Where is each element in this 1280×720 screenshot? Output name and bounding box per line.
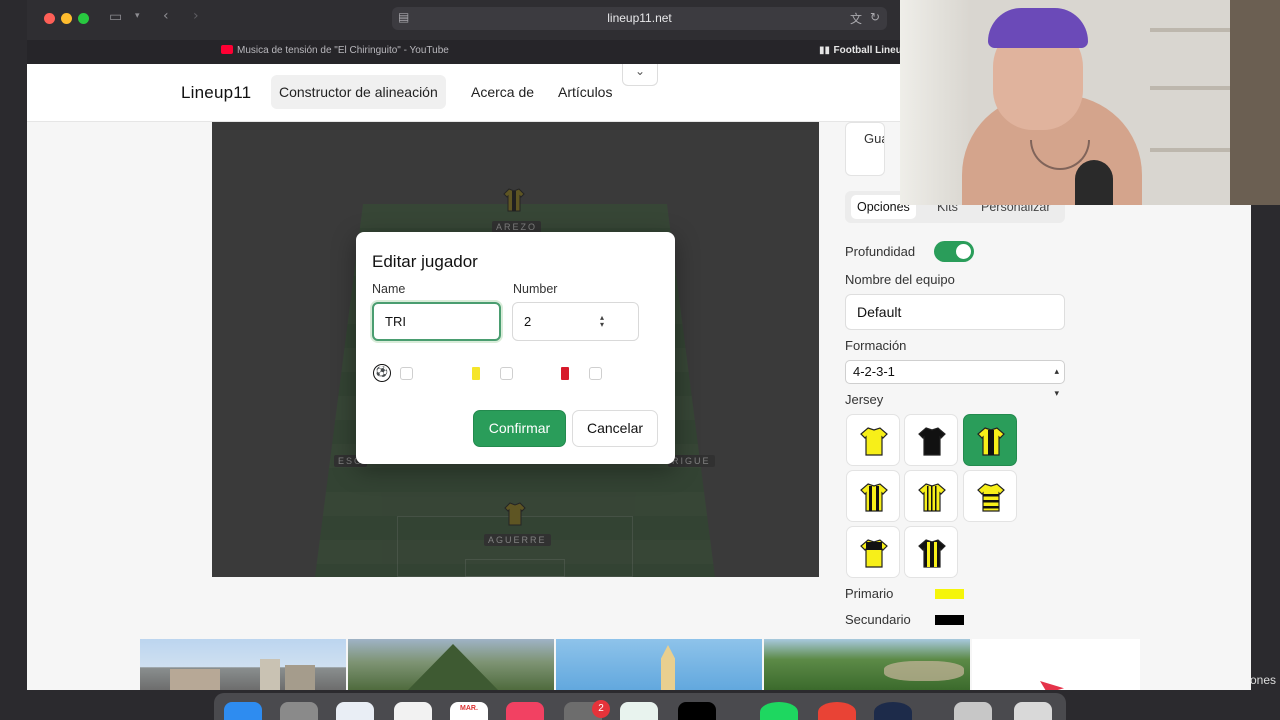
team-name-label: Nombre del equipo — [845, 272, 955, 287]
launchpad-icon[interactable] — [280, 702, 318, 720]
nav-link-articles[interactable]: Artículos — [550, 75, 620, 109]
obs-icon[interactable] — [874, 702, 912, 720]
address-bar[interactable]: ▤ lineup11.net 文 ↻ — [392, 7, 887, 30]
cancel-button[interactable]: Cancelar — [572, 410, 658, 447]
expand-chevron-icon[interactable]: ⌄ — [622, 64, 658, 86]
jersey-option-hoops[interactable] — [963, 470, 1017, 522]
select-arrows-icon: ▴ ▾ — [1054, 367, 1059, 399]
slack-icon[interactable] — [620, 702, 658, 720]
translate-icon[interactable]: 文 — [850, 10, 862, 27]
formation-select[interactable]: 4-2-3-1 ▴ ▾ — [845, 360, 1065, 399]
save-card-line: Guar — [864, 131, 884, 146]
webcam-overlay — [900, 0, 1280, 205]
jersey-label: Jersey — [845, 392, 884, 407]
calendar-month: MAR. — [460, 705, 478, 712]
settings-icon[interactable]: 2 — [564, 700, 610, 720]
depth-label: Profundidad — [845, 244, 916, 259]
photos-icon[interactable] — [394, 702, 432, 720]
confirm-button[interactable]: Confirmar — [473, 410, 566, 447]
sidebar-toggle-icon[interactable]: ▭ — [109, 9, 122, 25]
number-label: Number — [513, 282, 558, 296]
forward-icon[interactable]: › — [193, 8, 199, 24]
image-thumbnail-strip — [140, 639, 1140, 690]
depth-toggle[interactable] — [934, 241, 974, 262]
tab-football-lineup[interactable]: ▮▮ Football Lineup — [819, 45, 908, 56]
yellow-card-icon — [472, 367, 480, 380]
reload-icon[interactable]: ↻ — [870, 10, 880, 24]
calendar-icon[interactable]: MAR. — [450, 702, 488, 720]
valley-thumbnail[interactable] — [764, 639, 970, 690]
save-image-card[interactable]: Guar im — [845, 122, 885, 176]
tab-bar: Musica de tensión de "El Chiringuito" - … — [27, 40, 908, 64]
chrome-icon[interactable] — [818, 702, 856, 720]
save-card-line: im — [864, 149, 884, 169]
maximize-window-button[interactable] — [78, 13, 89, 24]
youtube-icon — [221, 45, 233, 54]
nav-link-builder[interactable]: Constructor de alineación — [271, 75, 446, 109]
edit-player-modal: Editar jugador Name Number ▴▾ ⚽ Confirma… — [356, 232, 675, 464]
player-name-input[interactable] — [372, 302, 501, 341]
top-navigation: Lineup11 Constructor de alineación Acerc… — [27, 64, 900, 122]
toggle-knob — [956, 244, 971, 259]
primary-color-swatch[interactable] — [935, 589, 964, 599]
microphone — [1075, 160, 1113, 205]
player-number-input[interactable] — [512, 302, 639, 341]
team-name-input[interactable]: Default — [845, 294, 1065, 330]
tab-youtube[interactable]: Musica de tensión de "El Chiringuito" - … — [221, 45, 449, 56]
primary-color-label: Primario — [845, 586, 894, 601]
city-thumbnail[interactable] — [140, 639, 346, 690]
macos-dock: MAR. 2 — [214, 693, 1066, 720]
formation-value: 4-2-3-1 — [853, 364, 895, 379]
jersey-option-chest-band[interactable] — [846, 526, 900, 578]
nav-link-about[interactable]: Acerca de — [463, 75, 542, 109]
minimize-window-button[interactable] — [61, 13, 72, 24]
tab-label: Football Lineup — [833, 45, 908, 56]
window-stack-icon[interactable] — [954, 702, 992, 720]
jersey-option-wide-stripes[interactable] — [846, 470, 900, 522]
finder-icon[interactable] — [224, 702, 262, 720]
promo-thumbnail[interactable] — [972, 639, 1140, 690]
music-icon[interactable] — [506, 702, 544, 720]
red-card-checkbox[interactable] — [589, 367, 602, 380]
edge-text: ones — [1250, 673, 1277, 687]
person-cap — [988, 8, 1088, 48]
player-event-options: ⚽ — [373, 364, 633, 384]
tab-label: Musica de tensión de "El Chiringuito" - … — [237, 45, 449, 56]
spotify-icon[interactable] — [760, 702, 798, 720]
safari-icon[interactable] — [336, 702, 374, 720]
url-text: lineup11.net — [607, 11, 672, 25]
browser-chrome: ▭ ▾ ‹ › ▤ lineup11.net 文 ↻ Musica de ten… — [27, 0, 908, 64]
jersey-option-plain-yellow[interactable] — [846, 414, 900, 466]
brand-logo[interactable]: Lineup11 — [181, 83, 251, 103]
chevron-down-icon[interactable]: ▾ — [135, 11, 140, 21]
jersey-option-thin-stripes[interactable] — [904, 470, 958, 522]
yellow-card-checkbox[interactable] — [500, 367, 513, 380]
name-label: Name — [372, 282, 406, 296]
formation-label: Formación — [845, 338, 907, 353]
secondary-color-swatch[interactable] — [935, 615, 964, 625]
chart-icon: ▮▮ — [819, 45, 834, 56]
red-card-icon — [561, 367, 569, 380]
jersey-option-black-sleeves[interactable] — [904, 526, 958, 578]
secondary-color-label: Secundario — [845, 612, 911, 627]
goal-ball-icon: ⚽ — [373, 364, 391, 382]
x-icon[interactable] — [678, 702, 716, 720]
goal-checkbox[interactable] — [400, 367, 413, 380]
back-icon[interactable]: ‹ — [163, 8, 169, 24]
trash-icon[interactable] — [1014, 702, 1052, 720]
modal-title: Editar jugador — [372, 252, 478, 271]
jersey-option-plain-black[interactable] — [904, 414, 958, 466]
mountain-thumbnail[interactable] — [348, 639, 554, 690]
jersey-option-center-stripe[interactable] — [963, 414, 1017, 466]
close-window-button[interactable] — [44, 13, 55, 24]
notification-badge: 2 — [592, 700, 610, 718]
church-thumbnail[interactable] — [556, 639, 762, 690]
number-stepper-icon[interactable]: ▴ ▾ — [600, 314, 604, 329]
